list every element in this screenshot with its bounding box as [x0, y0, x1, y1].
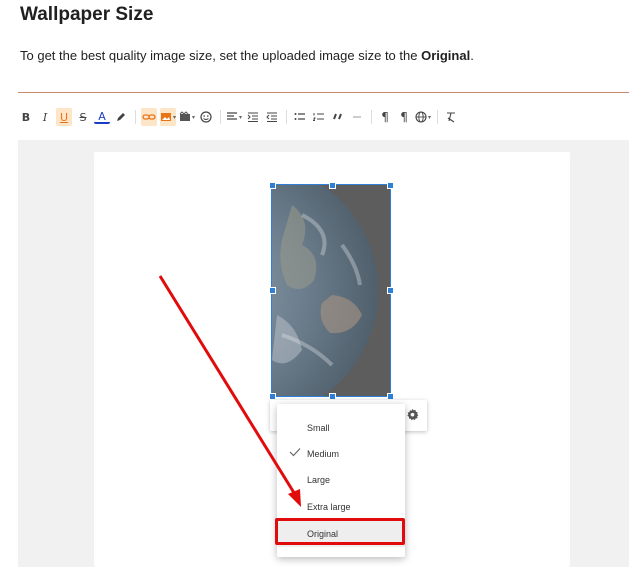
page-title: Wallpaper Size: [20, 4, 154, 25]
description-text: To get the best quality image size, set …: [20, 48, 422, 63]
clear-format-icon: [447, 112, 456, 123]
insert-image-button[interactable]: ▾: [160, 108, 177, 126]
numbered-list-button[interactable]: [311, 108, 327, 126]
size-option-medium[interactable]: Medium: [277, 441, 405, 467]
description-bold: Original: [421, 48, 471, 63]
bulleted-list-icon: [294, 113, 306, 120]
bulleted-list-button[interactable]: [292, 108, 308, 126]
indent-icon: [247, 112, 259, 122]
emoji-button[interactable]: [198, 108, 214, 126]
language-button[interactable]: ▾: [415, 108, 431, 126]
link-button[interactable]: [141, 108, 157, 126]
description: To get the best quality image size, set …: [20, 48, 474, 63]
size-option-small[interactable]: Small: [277, 415, 405, 441]
resize-handle[interactable]: [329, 182, 336, 189]
chevron-down-icon: ▾: [428, 113, 432, 121]
description-suffix: .: [470, 48, 474, 63]
resize-handle[interactable]: [269, 182, 276, 189]
highlight-annotation-box: [275, 518, 405, 545]
insert-video-button[interactable]: ▾: [179, 108, 195, 126]
selected-image[interactable]: [271, 184, 391, 397]
option-label: Medium: [307, 449, 340, 459]
size-option-large[interactable]: Large: [277, 467, 405, 493]
gear-icon: [406, 408, 418, 420]
align-button[interactable]: ▾: [226, 108, 242, 126]
earth-image: [272, 185, 390, 396]
highlight-pen-button[interactable]: [113, 108, 129, 126]
pilcrow-rtl-icon: ¶: [400, 110, 408, 124]
chevron-down-icon: ▾: [173, 113, 177, 121]
globe-icon: [415, 111, 427, 123]
numbered-list-icon: [313, 113, 325, 121]
resize-handle[interactable]: [269, 287, 276, 294]
outdent-button[interactable]: [264, 108, 280, 126]
image-settings-button[interactable]: [404, 406, 420, 422]
checkmark-icon: [289, 448, 301, 457]
indent-button[interactable]: [245, 108, 261, 126]
option-label: Extra large: [307, 502, 351, 512]
blockquote-button[interactable]: [330, 108, 346, 126]
horizontal-line-icon: [353, 116, 362, 118]
bold-button[interactable]: B: [18, 108, 34, 126]
font-color-button[interactable]: A: [94, 110, 110, 124]
strikethrough-button[interactable]: S: [75, 108, 91, 126]
resize-handle[interactable]: [387, 182, 394, 189]
paragraph-rtl-button[interactable]: ¶: [396, 108, 412, 126]
italic-button[interactable]: I: [37, 108, 53, 126]
video-icon: [179, 111, 191, 121]
horizontal-line-button[interactable]: [349, 108, 365, 126]
resize-handle[interactable]: [329, 393, 336, 400]
option-label: Large: [307, 475, 331, 485]
toolbar-divider: [220, 110, 222, 124]
chevron-down-icon: ▾: [192, 113, 196, 121]
toolbar-divider: [437, 110, 439, 124]
smile-icon: [200, 111, 212, 123]
image-icon: [161, 113, 171, 121]
toolbar-divider: [135, 110, 136, 124]
toolbar-divider: [371, 110, 373, 124]
link-icon: [142, 114, 156, 120]
align-left-icon: [227, 112, 238, 120]
pilcrow-icon: ¶: [381, 110, 389, 124]
underline-button[interactable]: U: [56, 108, 72, 126]
paragraph-ltr-button[interactable]: ¶: [377, 108, 393, 126]
editor-toolbar: B I U S A ▾ ▾ ▾ ¶ ¶ ▾: [18, 104, 629, 130]
outdent-icon: [266, 112, 278, 122]
clear-formatting-button[interactable]: [443, 108, 459, 126]
quote-icon: [333, 113, 342, 120]
toolbar-divider: [286, 110, 288, 124]
chevron-down-icon: ▾: [239, 113, 243, 121]
option-label: Small: [307, 423, 330, 433]
editor-top-border: [18, 92, 629, 93]
resize-handle[interactable]: [269, 393, 276, 400]
resize-handle[interactable]: [387, 287, 394, 294]
resize-handle[interactable]: [387, 393, 394, 400]
size-option-extra-large[interactable]: Extra large: [277, 494, 405, 520]
pen-icon: [117, 113, 125, 121]
